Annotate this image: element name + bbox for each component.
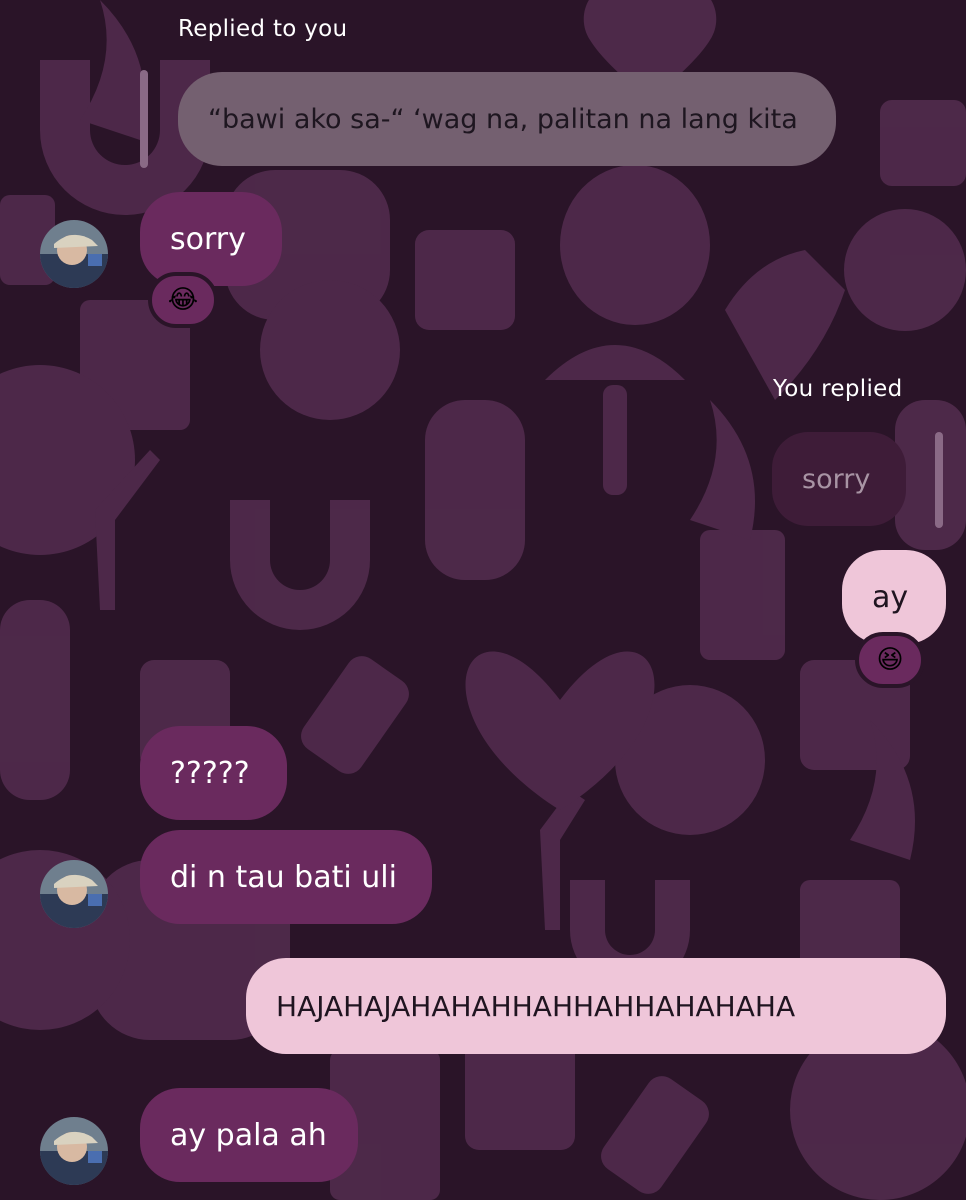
- user-avatar-icon[interactable]: [40, 220, 108, 288]
- quoted-message-bubble[interactable]: “bawi ako sa-“ ‘wag na, palitan na lang …: [178, 72, 836, 166]
- grinning-squinting-emoji-icon: 😆: [876, 645, 904, 675]
- eight-ball-icon: [844, 209, 966, 331]
- chat-thread[interactable]: Replied to you “bawi ako sa-“ ‘wag na, p…: [0, 0, 966, 1200]
- message-bubble-sorry[interactable]: sorry: [140, 192, 282, 286]
- you-replied-label: You replied: [773, 376, 903, 402]
- dice-icon: [880, 100, 966, 186]
- message-text: ay: [872, 579, 909, 615]
- laughing-tears-emoji-icon: 😂: [167, 285, 199, 315]
- message-text: ?????: [170, 755, 250, 791]
- quoted-message-text: “bawi ako sa-“ ‘wag na, palitan na lang …: [208, 103, 798, 135]
- message-bubble-bati[interactable]: di n tau bati uli: [140, 830, 432, 924]
- clover-icon: [260, 280, 400, 420]
- message-text: HAJAHAJAHAHAHHAHHAHHAHAHAHA: [276, 989, 796, 1023]
- dice-icon: [465, 1040, 575, 1150]
- message-bubble-question[interactable]: ?????: [140, 726, 287, 820]
- quoted-message-bubble[interactable]: sorry: [772, 432, 906, 526]
- user-avatar-icon[interactable]: [40, 860, 108, 928]
- playing-card-icon: [700, 530, 785, 660]
- message-bubble-aypala[interactable]: ay pala ah: [140, 1088, 358, 1182]
- message-text: ay pala ah: [170, 1117, 327, 1153]
- message-text: di n tau bati uli: [170, 859, 397, 895]
- reaction-badge[interactable]: 😆: [855, 632, 925, 688]
- message-bubble-ay[interactable]: ay: [842, 550, 946, 644]
- quoted-message-text: sorry: [802, 463, 871, 495]
- reply-indicator-bar: [140, 70, 148, 168]
- message-bubble-haha[interactable]: HAJAHAJAHAHAHHAHHAHHAHAHAHA: [246, 958, 946, 1054]
- dice-icon: [415, 230, 515, 330]
- user-avatar-icon[interactable]: [40, 1117, 108, 1185]
- reply-indicator-bar: [935, 432, 943, 528]
- reaction-badge[interactable]: 😂: [148, 272, 218, 328]
- replied-to-you-label: Replied to you: [178, 16, 348, 42]
- message-text: sorry: [170, 221, 246, 257]
